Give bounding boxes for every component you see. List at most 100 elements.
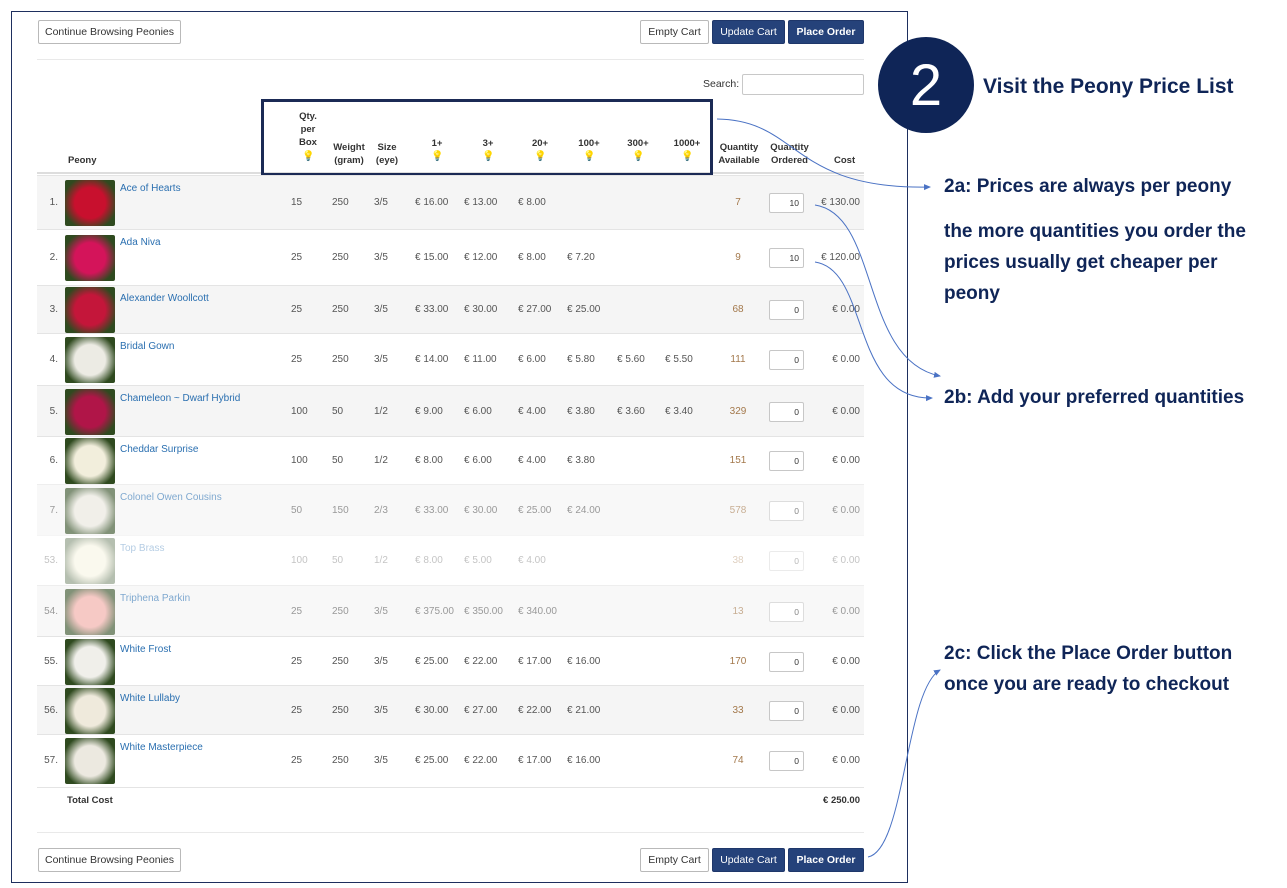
peony-name-link[interactable]: Cheddar Surprise bbox=[120, 444, 198, 455]
quantity-ordered-input[interactable]: 0 bbox=[769, 402, 804, 422]
peony-thumbnail[interactable] bbox=[65, 337, 115, 383]
price-3-cell: € 22.00 bbox=[464, 755, 498, 766]
price-20-cell: € 4.00 bbox=[518, 406, 546, 417]
peony-name-link[interactable]: Ada Niva bbox=[120, 237, 161, 248]
peony-name-link[interactable]: White Masterpiece bbox=[120, 742, 203, 753]
annotation-2b: 2b: Add your preferred quantities bbox=[944, 387, 1245, 408]
quantity-ordered-input[interactable]: 0 bbox=[769, 701, 804, 721]
table-row: 57. White Masterpiece 25 250 3/5 € 25.00 € 22.… bbox=[37, 734, 864, 786]
peony-name-link[interactable]: Alexander Woollcott bbox=[120, 293, 209, 304]
quantity-ordered-input[interactable]: 10 bbox=[769, 248, 804, 268]
price-100-cell: € 3.80 bbox=[567, 406, 595, 417]
peony-name-link[interactable]: Top Brass bbox=[120, 543, 164, 554]
size-cell: 1/2 bbox=[374, 555, 388, 566]
peony-name-link[interactable]: White Lullaby bbox=[120, 693, 180, 704]
peony-name-link[interactable]: Chameleon ~ Dwarf Hybrid bbox=[120, 393, 240, 404]
peony-thumbnail[interactable] bbox=[65, 438, 115, 484]
total-value: € 250.00 bbox=[823, 795, 860, 806]
peony-name-link[interactable]: Triphena Parkin bbox=[120, 593, 190, 604]
peony-thumbnail[interactable] bbox=[65, 538, 115, 584]
update-cart-button[interactable]: Update Cart bbox=[712, 848, 785, 872]
row-index: 53. bbox=[44, 555, 58, 566]
place-order-button[interactable]: Place Order bbox=[788, 20, 864, 44]
qty-per-box-cell: 100 bbox=[291, 406, 308, 417]
continue-browsing-button[interactable]: Continue Browsing Peonies bbox=[38, 848, 181, 872]
price-100-cell: € 16.00 bbox=[567, 656, 601, 667]
weight-cell: 250 bbox=[332, 197, 349, 208]
weight-cell: 250 bbox=[332, 354, 349, 365]
search-input[interactable] bbox=[742, 74, 864, 95]
peony-thumbnail[interactable] bbox=[65, 738, 115, 784]
peony-thumbnail[interactable] bbox=[65, 389, 115, 435]
total-label: Total Cost bbox=[67, 795, 113, 806]
quantity-ordered-input[interactable]: 0 bbox=[769, 501, 804, 521]
cost-cell: € 0.00 bbox=[832, 555, 860, 566]
peony-name-link[interactable]: Ace of Hearts bbox=[120, 183, 181, 194]
peony-name-link[interactable]: Colonel Owen Cousins bbox=[120, 492, 222, 503]
table-row: 6. Cheddar Surprise 100 50 1/2 € 8.00 € 6.00 € … bbox=[37, 436, 864, 484]
qty-per-box-cell: 25 bbox=[291, 755, 303, 766]
qty-per-box-cell: 25 bbox=[291, 656, 303, 667]
peony-name-link[interactable]: Bridal Gown bbox=[120, 341, 174, 352]
price-3-cell: € 27.00 bbox=[464, 705, 498, 716]
place-order-button[interactable]: Place Order bbox=[788, 848, 864, 872]
size-cell: 3/5 bbox=[374, 606, 388, 617]
price-20-cell: € 27.00 bbox=[518, 304, 552, 315]
quantity-available-cell: 74 bbox=[732, 755, 744, 766]
cost-cell: € 0.00 bbox=[832, 606, 860, 617]
quantity-ordered-input[interactable]: 0 bbox=[769, 602, 804, 622]
row-index: 3. bbox=[49, 304, 58, 315]
price-3-cell: € 22.00 bbox=[464, 656, 498, 667]
empty-cart-button[interactable]: Empty Cart bbox=[640, 848, 709, 872]
quantity-available-cell: 578 bbox=[729, 505, 747, 516]
peony-thumbnail[interactable] bbox=[65, 180, 115, 226]
row-index: 55. bbox=[44, 656, 58, 667]
price-20-cell: € 17.00 bbox=[518, 755, 552, 766]
price-1-cell: € 9.00 bbox=[415, 406, 443, 417]
annotation-2a-detail: prices usually get cheaper per bbox=[944, 252, 1218, 273]
update-cart-button[interactable]: Update Cart bbox=[712, 20, 785, 44]
quantity-available-cell: 151 bbox=[729, 455, 747, 466]
quantity-ordered-input[interactable]: 10 bbox=[769, 193, 804, 213]
qty-per-box-cell: 15 bbox=[291, 197, 303, 208]
table-row: 1. Ace of Hearts 15 250 3/5 € 16.00 € 13.00 € 8… bbox=[37, 175, 864, 229]
weight-cell: 50 bbox=[332, 455, 344, 466]
annotation-2a-detail: peony bbox=[944, 283, 1000, 304]
peony-thumbnail[interactable] bbox=[65, 589, 115, 635]
cost-cell: € 0.00 bbox=[832, 656, 860, 667]
price-3-cell: € 5.00 bbox=[464, 555, 492, 566]
row-index: 56. bbox=[44, 705, 58, 716]
qty-per-box-cell: 25 bbox=[291, 354, 303, 365]
peony-thumbnail[interactable] bbox=[65, 287, 115, 333]
quantity-ordered-input[interactable]: 0 bbox=[769, 751, 804, 771]
quantity-ordered-input[interactable]: 0 bbox=[769, 350, 804, 370]
table-row: 2. Ada Niva 25 250 3/5 € 15.00 € 12.00 € 8.00 € … bbox=[37, 229, 864, 285]
peony-thumbnail[interactable] bbox=[65, 488, 115, 534]
price-20-cell: € 8.00 bbox=[518, 197, 546, 208]
cost-cell: € 0.00 bbox=[832, 455, 860, 466]
step-title: Visit the Peony Price List bbox=[983, 75, 1234, 98]
quantity-ordered-input[interactable]: 0 bbox=[769, 551, 804, 571]
cost-cell: € 0.00 bbox=[832, 304, 860, 315]
peony-thumbnail[interactable] bbox=[65, 639, 115, 685]
price-1-cell: € 8.00 bbox=[415, 555, 443, 566]
price-20-cell: € 25.00 bbox=[518, 505, 552, 516]
empty-cart-button[interactable]: Empty Cart bbox=[640, 20, 709, 44]
quantity-ordered-input[interactable]: 0 bbox=[769, 652, 804, 672]
size-cell: 3/5 bbox=[374, 755, 388, 766]
price-1000-cell: € 5.50 bbox=[665, 354, 693, 365]
peony-name-link[interactable]: White Frost bbox=[120, 644, 171, 655]
cost-cell: € 130.00 bbox=[821, 197, 860, 208]
quantity-ordered-input[interactable]: 0 bbox=[769, 300, 804, 320]
qty-per-box-cell: 25 bbox=[291, 252, 303, 263]
row-index: 2. bbox=[49, 252, 58, 263]
peony-thumbnail[interactable] bbox=[65, 235, 115, 281]
cost-cell: € 0.00 bbox=[832, 505, 860, 516]
row-index: 54. bbox=[44, 606, 58, 617]
price-100-cell: € 5.80 bbox=[567, 354, 595, 365]
cost-cell: € 0.00 bbox=[832, 354, 860, 365]
qty-per-box-cell: 50 bbox=[291, 505, 303, 516]
peony-thumbnail[interactable] bbox=[65, 688, 115, 734]
quantity-ordered-input[interactable]: 0 bbox=[769, 451, 804, 471]
continue-browsing-button[interactable]: Continue Browsing Peonies bbox=[38, 20, 181, 44]
